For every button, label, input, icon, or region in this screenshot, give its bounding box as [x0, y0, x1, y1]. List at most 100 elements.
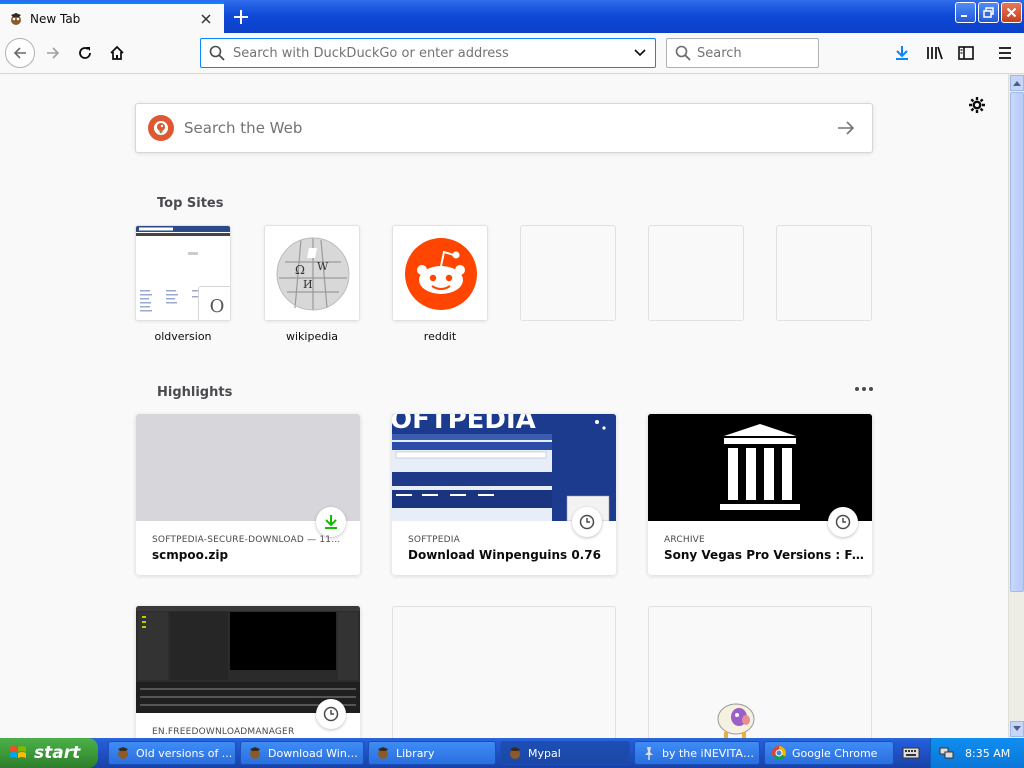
highlight-title: Sony Vegas Pro Versions : Free D...	[664, 548, 864, 562]
browser-app-icon	[118, 747, 128, 759]
home-icon	[110, 45, 124, 60]
start-label: start	[34, 743, 81, 763]
gear-icon	[969, 97, 985, 113]
scroll-up-arrow-icon[interactable]	[1010, 75, 1024, 91]
highlights-more-options-icon[interactable]	[852, 382, 876, 396]
customize-settings-button[interactable]	[966, 94, 988, 116]
windows-logo-icon	[10, 746, 26, 758]
search-bar-placeholder: Search	[697, 45, 742, 61]
video-editor-thumbnail	[136, 606, 360, 713]
top-site-label: oldversion	[154, 330, 212, 343]
top-site-oldversion[interactable]: O	[135, 225, 231, 321]
tab-new-tab[interactable]: New Tab	[0, 2, 224, 33]
menu-button[interactable]	[994, 42, 1016, 64]
search-bar[interactable]: Search	[666, 38, 819, 68]
browser-app-icon	[510, 747, 520, 759]
browser-app-icon	[250, 747, 260, 759]
highlight-card[interactable]: EN.FREEDOWNLOADMANAGER	[136, 606, 360, 738]
close-window-button[interactable]	[1001, 2, 1022, 23]
scroll-down-arrow-icon[interactable]	[1010, 721, 1024, 737]
wikipedia-globe-icon: Ω W И	[265, 226, 359, 320]
svg-text:W: W	[317, 260, 329, 273]
oldversion-favicon-letter: O	[198, 286, 230, 320]
taskbar-item-label: Old versions of ...	[136, 746, 233, 760]
system-tray: 8:35 AM	[930, 738, 1024, 768]
softpedia-page-thumbnail: OFTPEDIA	[392, 414, 616, 521]
browser-favicon-icon	[11, 12, 21, 25]
window-controls	[955, 2, 1022, 23]
sheep-desktop-pet-icon[interactable]	[712, 700, 758, 738]
tab-title: New Tab	[30, 11, 81, 26]
top-site-label: reddit	[423, 330, 457, 343]
downloads-button[interactable]	[891, 42, 913, 64]
highlight-card[interactable]: OFTPEDIA SOFTPEDIA Download Winpenguins …	[392, 414, 616, 575]
network-icon[interactable]	[939, 745, 955, 761]
sidebar-button[interactable]	[955, 42, 977, 64]
tab-close-icon[interactable]	[198, 11, 214, 27]
taskbar-item-label: Download Winp...	[268, 746, 363, 760]
duckduckgo-logo-icon	[148, 115, 174, 141]
svg-text:OFTPEDIA: OFTPEDIA	[392, 414, 536, 435]
home-button[interactable]	[106, 42, 128, 64]
address-bar-placeholder: Search with DuckDuckGo or enter address	[233, 45, 509, 61]
highlight-source: SOFTPEDIA	[408, 535, 460, 545]
highlight-empty-slot	[392, 606, 616, 738]
top-site-label: wikipedia	[285, 330, 338, 343]
taskbar-item[interactable]: Google Chrome	[764, 741, 894, 765]
top-site-empty-slot[interactable]	[776, 225, 872, 321]
web-search-placeholder: Search the Web	[184, 119, 303, 137]
search-icon	[209, 45, 225, 61]
title-bar: New Tab	[0, 0, 1024, 33]
minimize-button[interactable]	[955, 2, 976, 23]
hamburger-menu-icon	[999, 47, 1011, 59]
address-bar[interactable]: Search with DuckDuckGo or enter address	[200, 38, 656, 68]
search-go-arrow-icon[interactable]	[834, 116, 858, 140]
sidebar-icon	[958, 46, 974, 60]
url-dropdown-chevron-icon[interactable]	[625, 39, 655, 67]
svg-text:И: И	[303, 278, 313, 291]
archive-logo-thumbnail	[648, 414, 872, 521]
download-icon	[316, 507, 346, 537]
vertical-scrollbar[interactable]	[1008, 74, 1024, 738]
back-arrow-icon	[13, 47, 26, 59]
taskbar: start Old versions of ... Download Winp.…	[0, 738, 1024, 768]
keyboard-icon[interactable]	[902, 745, 920, 761]
start-button[interactable]: start	[0, 738, 98, 768]
taskbar-item[interactable]: Download Winp...	[240, 741, 364, 765]
top-site-reddit[interactable]	[392, 225, 488, 321]
top-site-empty-slot[interactable]	[520, 225, 616, 321]
back-button[interactable]	[5, 38, 35, 68]
download-arrow-icon	[896, 46, 908, 60]
top-site-wikipedia[interactable]: Ω W И	[264, 225, 360, 321]
clock: 8:35 AM	[965, 746, 1011, 760]
navigation-toolbar: Search with DuckDuckGo or enter address …	[0, 33, 1024, 74]
search-icon	[675, 45, 691, 61]
taskbar-item[interactable]: Old versions of ...	[108, 741, 236, 765]
svg-text:Ω: Ω	[295, 263, 305, 277]
library-button[interactable]	[924, 42, 946, 64]
web-search-box[interactable]: Search the Web	[135, 103, 873, 153]
reddit-alien-icon	[393, 226, 487, 320]
clock-icon	[828, 507, 858, 537]
pin-icon	[645, 747, 653, 760]
restore-button[interactable]	[978, 2, 999, 23]
reload-icon	[79, 47, 91, 59]
taskbar-item-active[interactable]: Mypal	[500, 741, 630, 765]
forward-button[interactable]	[42, 42, 64, 64]
scrollbar-thumb[interactable]	[1010, 92, 1024, 592]
taskbar-item-label: by the iNEVITAB...	[662, 746, 759, 760]
taskbar-item[interactable]: Library	[368, 741, 496, 765]
reload-button[interactable]	[74, 42, 96, 64]
top-sites-heading: Top Sites	[157, 196, 224, 211]
taskbar-item-label: Mypal	[528, 746, 561, 760]
taskbar-item[interactable]: by the iNEVITAB...	[634, 741, 760, 765]
highlight-card[interactable]: SOFTPEDIA-SECURE-DOWNLOAD — 116 … scmpoo…	[136, 414, 360, 575]
highlight-thumbnail	[136, 414, 360, 521]
chrome-icon	[772, 746, 786, 760]
highlight-card[interactable]: ARCHIVE Sony Vegas Pro Versions : Free D…	[648, 414, 872, 575]
highlight-source: SOFTPEDIA-SECURE-DOWNLOAD — 116 …	[152, 535, 346, 545]
taskbar-item-label: Library	[396, 746, 435, 760]
top-site-empty-slot[interactable]	[648, 225, 744, 321]
highlight-title: Download Winpenguins 0.76	[408, 548, 601, 562]
new-tab-button[interactable]	[228, 5, 254, 29]
